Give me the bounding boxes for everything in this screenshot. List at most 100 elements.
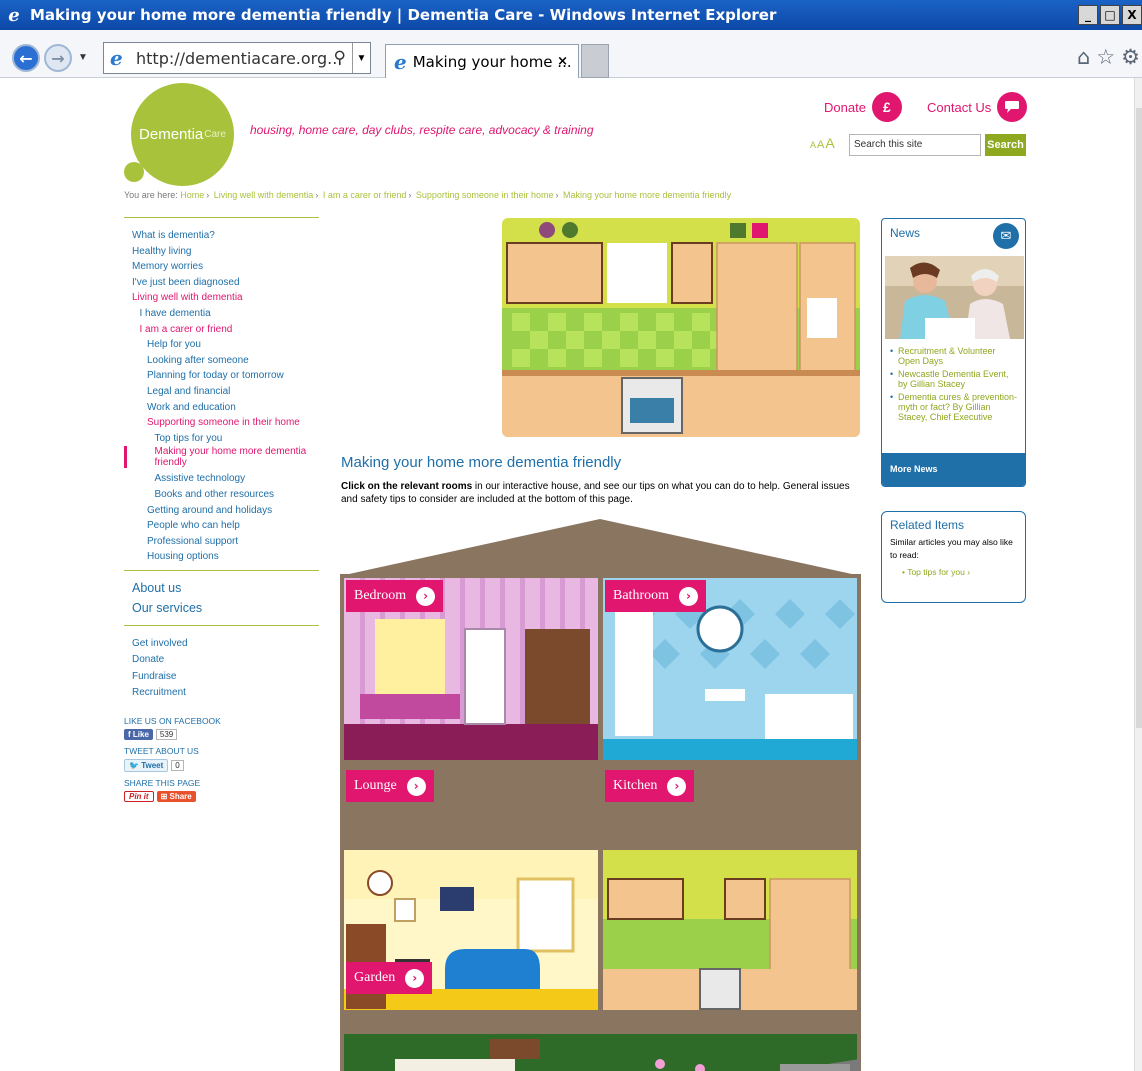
facebook-heading: LIKE US ON FACEBOOK [124,715,221,726]
tweet-button[interactable]: 🐦 Tweet [124,758,169,772]
breadcrumb-item[interactable]: Living well with dementia [214,190,314,200]
nav-item[interactable]: Professional support [124,534,319,550]
facebook-count: 539 [155,728,178,740]
nav-item[interactable]: Memory worries [124,259,319,275]
maximize-button[interactable]: □ [1100,5,1120,25]
news-panel: News ✉ Recruitment & Volunteer Open Days [881,218,1026,487]
breadcrumb-item[interactable]: Supporting someone in their home [416,190,554,200]
breadcrumb-prefix: You are here: [124,190,178,200]
news-item[interactable]: Recruitment & Volunteer Open Days [890,346,1020,366]
new-tab-button[interactable] [581,44,609,78]
donate-label[interactable]: Donate [824,100,866,115]
facebook-like-button[interactable]: f Like [124,728,153,740]
related-title: Related Items [890,518,965,532]
back-button[interactable]: ← [12,44,40,72]
site-logo[interactable]: Dementia Care [131,83,234,186]
window-title: Making your home more dementia friendly … [30,6,777,24]
nav-get-involved[interactable]: Get involved [132,636,319,653]
favorites-star-icon[interactable]: ☆ [1096,45,1115,69]
search-button[interactable]: Search [985,134,1026,156]
chevron-right-icon[interactable]: › [405,968,425,988]
breadcrumb-item[interactable]: I am a carer or friend [323,190,407,200]
page-ie-icon: e [110,46,123,70]
left-navigation: What is dementia? Healthy living Memory wo… [124,217,319,802]
nav-item[interactable]: Looking after someone [124,353,319,369]
news-item[interactable]: Dementia cures & prevention- myth or fac… [890,392,1020,422]
donate-link[interactable]: Donate £ [824,92,902,122]
nav-our-services[interactable]: Our services [132,598,319,618]
close-window-button[interactable]: X [1122,5,1142,25]
room-bathroom-label[interactable]: Bathroom [613,588,669,604]
breadcrumb-item[interactable]: Home [180,190,204,200]
nav-item[interactable]: Legal and financial [124,384,319,400]
nav-item[interactable]: Making your home more dementia friendly [124,446,314,469]
news-item[interactable]: Newcastle Dementia Event, by Gillian Sta… [890,369,1020,389]
chevron-right-icon[interactable]: › [406,776,426,796]
address-dropdown-icon[interactable]: ▼ [352,43,370,73]
nav-item[interactable]: Getting around and holidays [124,503,319,519]
pin-it-button[interactable]: Pin it [124,790,154,802]
scrollbar-thumb[interactable] [1136,108,1142,728]
room-garden-label[interactable]: Garden [354,970,395,986]
nav-donate[interactable]: Donate [132,652,319,669]
text-size-medium[interactable]: A [817,139,824,151]
browser-tab[interactable]: e Making your home ... × [385,44,579,78]
nav-item[interactable]: I have dementia [124,306,319,322]
share-heading: SHARE THIS PAGE [124,777,201,788]
nav-dropdown-icon[interactable]: ▼ [78,52,88,63]
chevron-right-icon[interactable]: › [667,776,687,796]
nav-item[interactable]: Work and education [124,400,319,416]
nav-item[interactable]: Housing options [124,549,319,565]
nav-item[interactable]: Healthy living [124,244,319,260]
nav-item[interactable]: Supporting someone in their home [124,415,319,431]
nav-item[interactable]: Living well with dementia [124,290,319,306]
vertical-scrollbar[interactable] [1134,78,1142,1071]
news-photo[interactable] [885,256,1024,339]
text-size-small[interactable]: A [810,140,816,150]
nav-item[interactable]: I've just been diagnosed [124,275,319,291]
nav-item[interactable]: Top tips for you [124,431,319,447]
related-link[interactable]: • Top tips for you › [890,567,1017,577]
pound-icon[interactable]: £ [871,92,902,122]
text-size-large[interactable]: A [825,135,834,151]
nav-about-us[interactable]: About us [132,578,319,598]
room-lounge-label[interactable]: Lounge [354,778,397,794]
search-icon[interactable]: ⚲ [334,48,346,68]
site-search-input[interactable]: Search this site [849,134,981,156]
home-icon[interactable]: ⌂ [1077,45,1090,69]
nav-recruitment[interactable]: Recruitment [132,685,319,702]
room-kitchen[interactable]: Kitchen › [605,770,695,802]
room-bedroom[interactable]: Bedroom › [346,580,444,612]
contact-link[interactable]: Contact Us [927,92,1028,122]
room-bedroom-label[interactable]: Bedroom [354,588,406,604]
more-news-link[interactable]: More News [882,453,1025,486]
minimize-button[interactable]: _ [1078,5,1098,25]
gear-icon[interactable]: ⚙ [1121,45,1140,69]
address-bar[interactable]: e http://dementiacare.org... ⚲ ▼ [103,42,371,74]
speech-bubble-icon[interactable] [997,92,1028,122]
forward-button[interactable]: → [44,44,72,72]
web-page: Dementia Care housing, home care, day clu… [0,78,1142,1071]
tab-close-icon[interactable]: × [557,54,568,69]
room-lounge[interactable]: Lounge › [346,770,434,802]
nav-fundraise[interactable]: Fundraise [132,669,319,686]
contact-label[interactable]: Contact Us [927,100,991,115]
address-url[interactable]: http://dementiacare.org... [136,49,342,68]
room-garden[interactable]: Garden › [346,962,433,994]
nav-item[interactable]: Assistive technology [124,471,319,487]
kitchen-illustration [502,218,860,437]
nav-item[interactable]: Help for you [124,337,319,353]
chevron-right-icon[interactable]: › [679,586,698,606]
nav-item[interactable]: People who can help [124,518,319,534]
nav-item[interactable]: Books and other resources [124,487,319,503]
room-kitchen-label[interactable]: Kitchen [613,778,657,794]
share-button[interactable]: ⊞ Share [156,790,196,802]
nav-item[interactable]: I am a carer or friend [124,322,319,338]
nav-item[interactable]: Planning for today or tomorrow [124,368,319,384]
room-bathroom[interactable]: Bathroom › [605,580,706,612]
nav-item[interactable]: What is dementia? [124,228,319,244]
interactive-house: Bedroom › Bathroom › Lounge › Kitchen › … [340,519,861,1071]
chevron-right-icon[interactable]: › [416,586,436,606]
breadcrumb-item[interactable]: Making your home more dementia friendly [563,190,731,200]
ie-logo-icon: e [8,4,20,26]
